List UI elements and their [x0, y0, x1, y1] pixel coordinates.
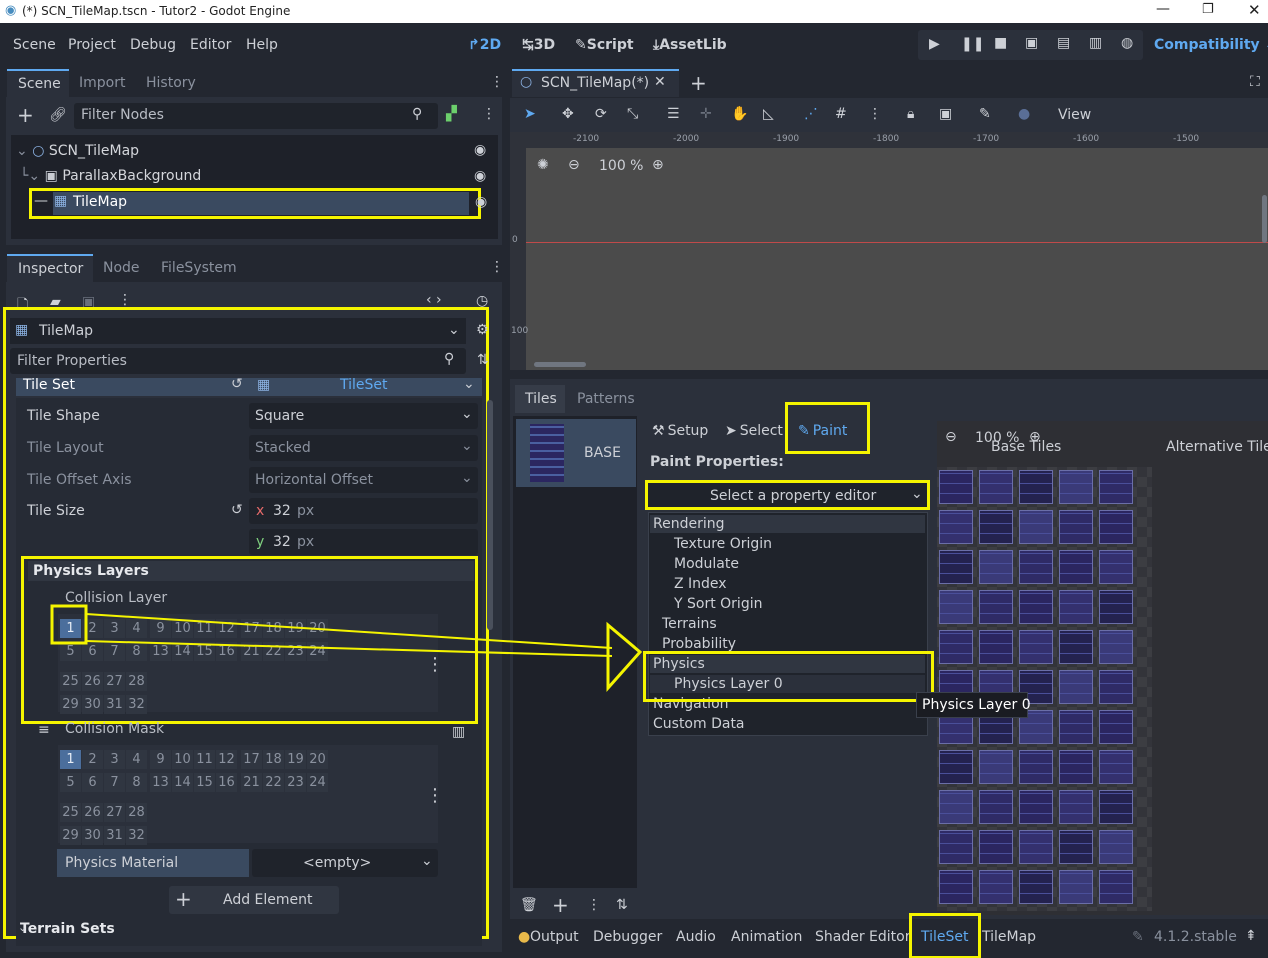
output-dot: ●: [518, 929, 531, 945]
update-spinner-icon: ✎: [1132, 929, 1144, 945]
pin-panel-icon[interactable]: ⇞: [1245, 928, 1257, 944]
arrow-head: [606, 621, 643, 692]
version-label: 4.1.2.stable: [1154, 929, 1237, 945]
bottom-tab-debugger[interactable]: Debugger: [593, 929, 662, 945]
bottom-tab-tileset[interactable]: TileSet: [921, 929, 969, 945]
bottom-tab-animation[interactable]: Animation: [731, 929, 802, 945]
bottom-tab-tilemap[interactable]: TileMap: [982, 929, 1036, 945]
annotation-arrow: [50, 604, 643, 692]
bottom-tab-output[interactable]: Output: [530, 929, 579, 945]
bottom-tab-shader-editor[interactable]: Shader Editor: [815, 929, 910, 945]
layer-1-highlight: [50, 604, 88, 645]
bottom-tab-audio[interactable]: Audio: [676, 929, 716, 945]
